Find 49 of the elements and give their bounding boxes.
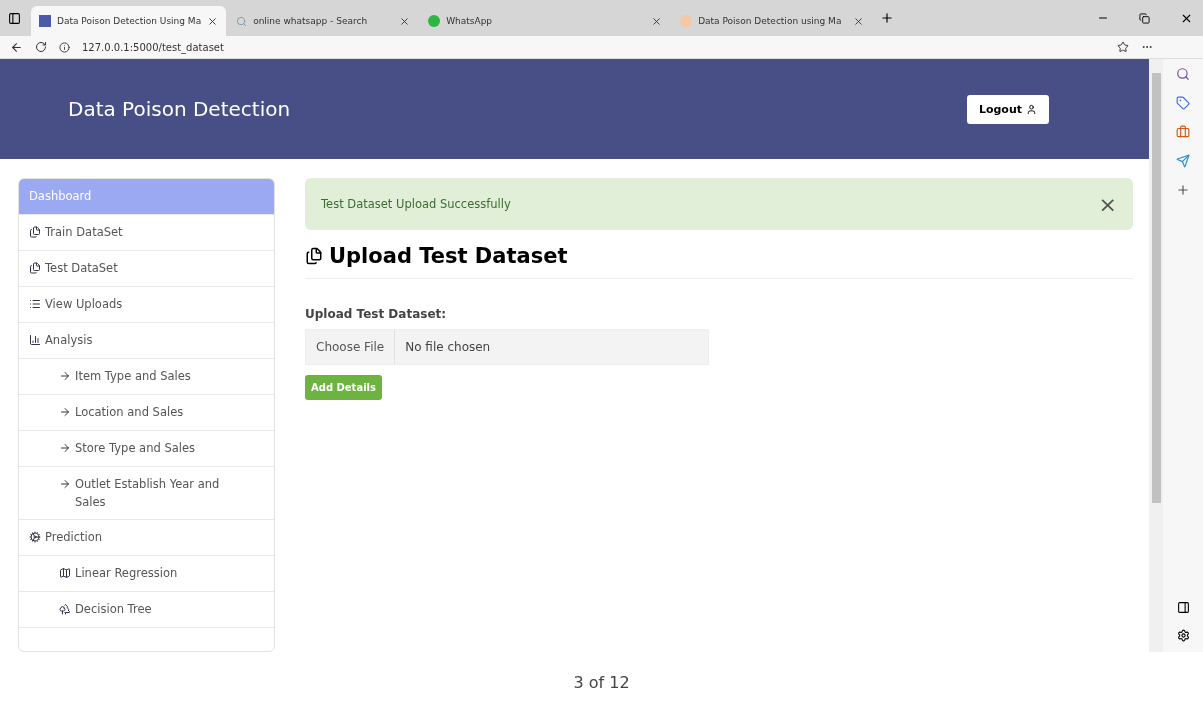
chat-icon bbox=[428, 15, 441, 27]
close-button[interactable]: × bbox=[1098, 191, 1117, 217]
file-status: No file chosen bbox=[404, 340, 491, 354]
list-icon bbox=[29, 298, 41, 310]
page-counter: 3 of 12 bbox=[573, 673, 630, 692]
user-icon bbox=[1026, 103, 1037, 115]
browser-tab[interactable]: Data Poison Detection using Ma bbox=[672, 6, 873, 36]
files-icon bbox=[29, 262, 41, 274]
settings-icon[interactable] bbox=[1176, 629, 1190, 642]
files-icon bbox=[29, 226, 41, 238]
file-input[interactable]: Choose File No file chosen bbox=[305, 329, 709, 365]
back-icon[interactable] bbox=[10, 40, 23, 54]
browser-tab[interactable]: Data Poison Detection Using Ma bbox=[31, 6, 227, 36]
close-icon[interactable] bbox=[399, 15, 411, 27]
field-label: Upload Test Dataset: bbox=[305, 307, 448, 321]
arrow-icon bbox=[59, 478, 71, 490]
site-title: Data Poison Detection bbox=[68, 97, 291, 121]
arrow-icon bbox=[59, 442, 71, 454]
logout-button[interactable]: Logout bbox=[966, 94, 1049, 124]
search-icon bbox=[236, 15, 248, 27]
reload-icon[interactable] bbox=[35, 41, 47, 53]
restore-icon[interactable] bbox=[1139, 12, 1150, 24]
browser-tab[interactable]: online whatsapp - Search bbox=[228, 6, 419, 36]
close-icon[interactable] bbox=[207, 15, 219, 27]
briefcase-icon[interactable] bbox=[1176, 125, 1190, 139]
close-icon[interactable] bbox=[651, 15, 663, 27]
browser-tab[interactable]: WhatsApp bbox=[420, 6, 671, 36]
add-icon[interactable] bbox=[1176, 183, 1190, 197]
tag-icon[interactable] bbox=[1176, 96, 1190, 110]
alert-message: Test Dataset Upload Successfully bbox=[321, 197, 511, 211]
search-icon[interactable] bbox=[1176, 67, 1190, 81]
page-heading: Upload Test Dataset bbox=[305, 244, 1133, 279]
scrollbar[interactable] bbox=[1149, 59, 1163, 652]
send-icon[interactable] bbox=[1176, 154, 1190, 168]
tab-actions-icon[interactable] bbox=[8, 11, 21, 25]
chart-icon bbox=[29, 334, 41, 346]
panel-icon[interactable] bbox=[1176, 601, 1190, 614]
favorite-icon[interactable] bbox=[1117, 41, 1129, 53]
files-icon bbox=[305, 247, 323, 265]
info-icon[interactable] bbox=[59, 41, 70, 53]
new-tab-icon[interactable] bbox=[880, 11, 895, 25]
scroll-thumb[interactable] bbox=[1151, 73, 1161, 503]
app-icon bbox=[680, 15, 693, 27]
app-icon bbox=[39, 15, 51, 27]
tree-icon bbox=[59, 603, 71, 615]
arrow-icon bbox=[59, 370, 71, 382]
close-icon[interactable] bbox=[853, 15, 865, 27]
map-icon bbox=[59, 567, 71, 579]
arrow-icon bbox=[59, 406, 71, 418]
